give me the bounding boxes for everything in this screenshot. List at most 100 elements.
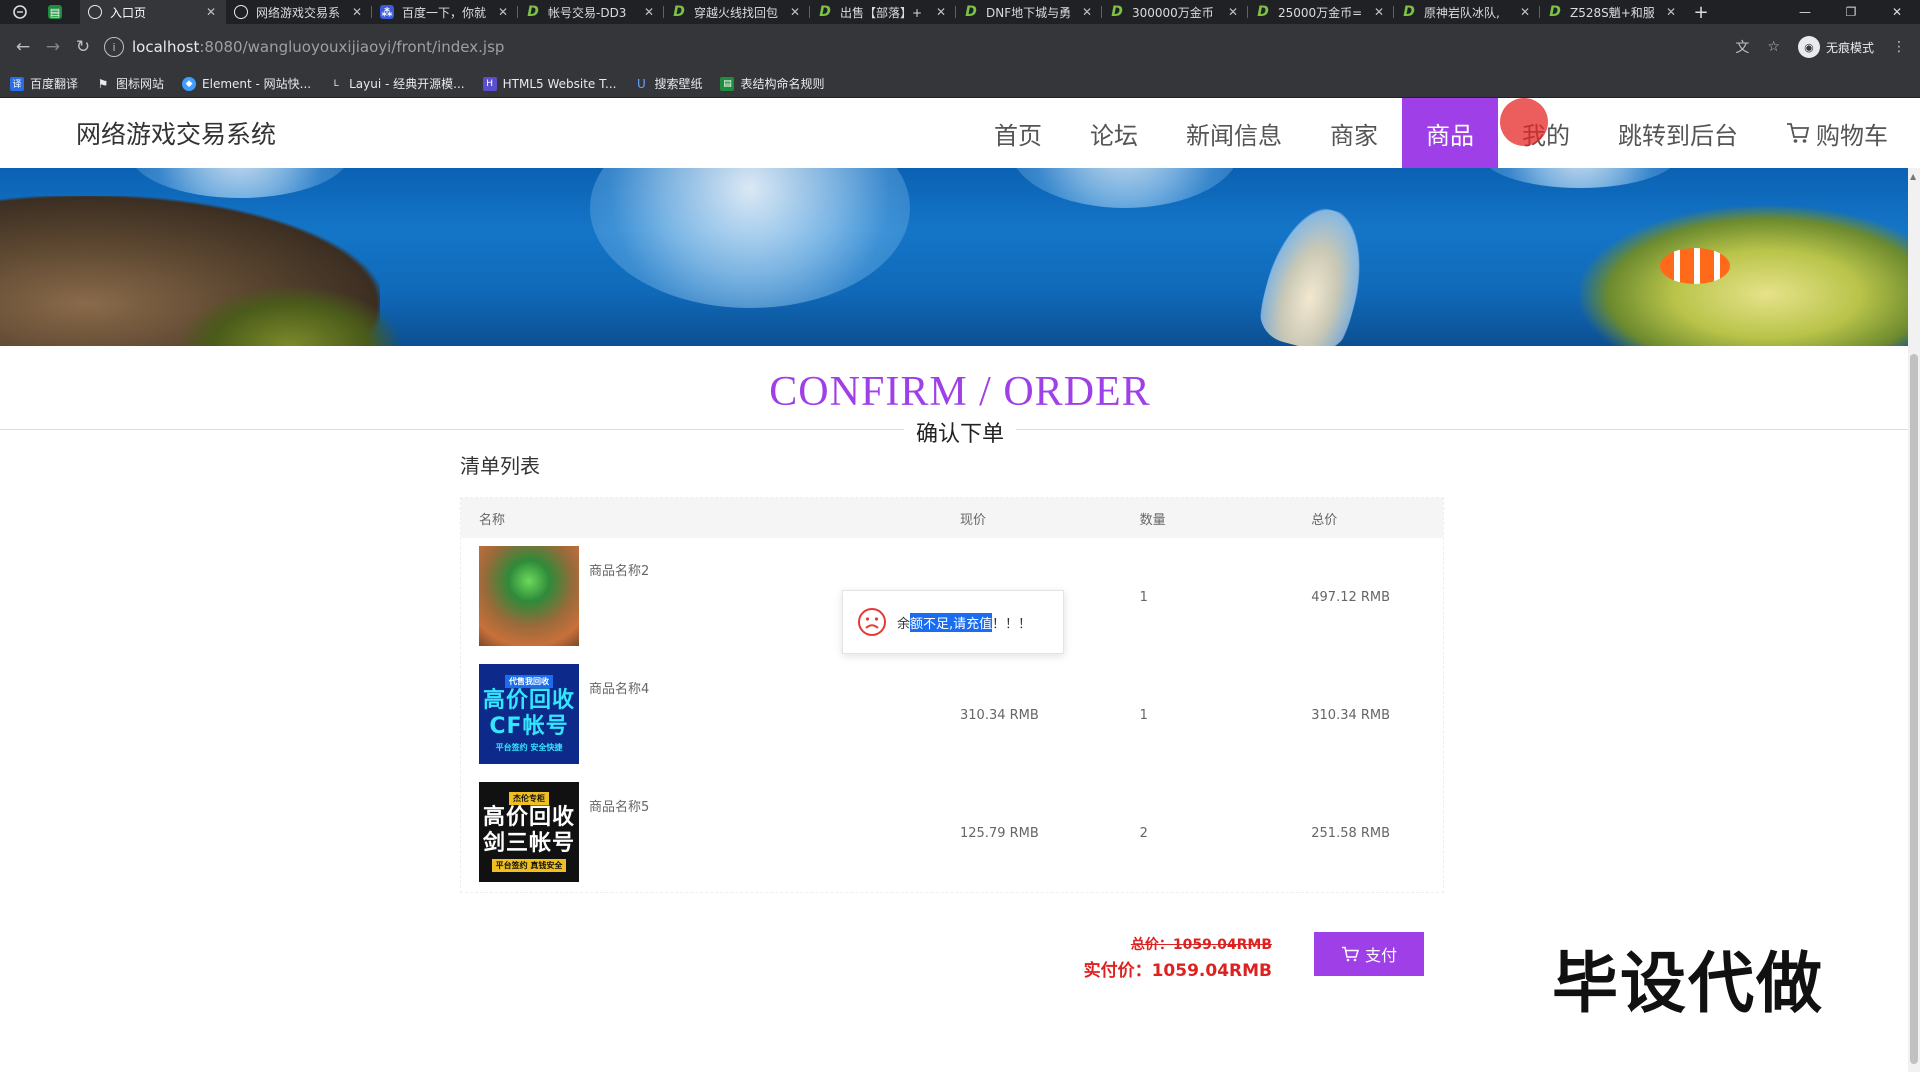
more-menu-icon[interactable]: ⋮ [1892, 39, 1906, 55]
browser-tab[interactable]: ▤ [40, 0, 80, 24]
page-scrollbar[interactable]: ▲ [1908, 168, 1920, 1072]
d-icon: D [1403, 4, 1415, 20]
sad-face-icon [858, 608, 886, 636]
bookmark-label: Element - 网站快... [202, 77, 312, 91]
image-tag: 杰伦专柜 [509, 792, 549, 805]
product-total: 497.12 RMB [1311, 589, 1391, 605]
toast-text-post: ！！！ [992, 616, 1032, 632]
browser-tab[interactable]: D 帐号交易-DD3 ✕ [518, 0, 664, 24]
browser-tab[interactable]: D 原神岩队冰队, ✕ [1394, 0, 1540, 24]
table-row: 代售我回收 高价回收 CF帐号 平台签约 安全快捷 商品名称4 310.34 R… [461, 656, 1443, 774]
browser-tab-active[interactable]: 入口页 ✕ [80, 0, 226, 24]
header-price: 现价 [960, 512, 987, 528]
bookmark-item[interactable]: U 搜索壁纸 [634, 75, 702, 92]
browser-tab[interactable]: D 出售【部落】+ ✕ [810, 0, 956, 24]
tab-title: 入口页 [110, 5, 147, 20]
close-icon[interactable]: ✕ [204, 5, 218, 19]
bookmark-item[interactable]: H HTML5 Website T... [482, 76, 617, 91]
product-image[interactable] [479, 546, 579, 646]
list-title: 清单列表 [460, 454, 540, 478]
pay-button[interactable]: 支付 [1314, 932, 1424, 976]
globe-icon [234, 5, 248, 19]
browser-tab[interactable]: D 25000万金币= ✕ [1248, 0, 1394, 24]
confirm-title-zh: 确认下单 [903, 416, 1017, 448]
nav-admin[interactable]: 跳转到后台 [1594, 98, 1762, 168]
info-icon[interactable]: i [104, 37, 124, 57]
translate-icon[interactable]: 文 [1735, 37, 1749, 57]
tab-title: 帐号交易-DD3 [548, 5, 627, 20]
d-icon: D [819, 4, 831, 20]
incognito-indicator[interactable]: ◉ 无痕模式 [1797, 36, 1874, 58]
globe-icon [88, 5, 102, 19]
image-tag: 代售我回收 [505, 675, 553, 688]
nav-forum[interactable]: 论坛 [1066, 98, 1162, 168]
back-arrow-icon[interactable]: ← [8, 37, 38, 57]
close-icon[interactable]: ✕ [1226, 5, 1240, 19]
scroll-up-icon[interactable]: ▲ [1910, 172, 1916, 181]
product-name[interactable]: 商品名称4 [589, 678, 649, 697]
header-qty: 数量 [1139, 512, 1166, 528]
product-image[interactable]: 代售我回收 高价回收 CF帐号 平台签约 安全快捷 [479, 664, 579, 764]
bookmark-item[interactable]: ◆ Element - 网站快... [182, 75, 311, 92]
close-icon[interactable]: ✕ [1664, 5, 1678, 19]
browser-tab[interactable]: D 穿越火线找回包 ✕ [664, 0, 810, 24]
click-indicator [1500, 98, 1548, 146]
cart-icon [1341, 946, 1359, 962]
close-icon[interactable]: ✕ [934, 5, 948, 19]
close-icon[interactable]: ✕ [350, 5, 364, 19]
browser-tab[interactable]: 网络游戏交易系 ✕ [226, 0, 372, 24]
product-price: 310.34 RMB [960, 707, 1039, 723]
web-page: 网络游戏交易系统 首页 论坛 新闻信息 商家 商品 我的 跳转到后台 购物车 C… [0, 98, 1920, 1072]
restore-icon[interactable]: ❐ [1828, 0, 1874, 24]
new-tab-plus-icon[interactable]: + [1686, 2, 1716, 23]
nav-products[interactable]: 商品 [1402, 98, 1498, 168]
close-window-icon[interactable]: ✕ [1874, 0, 1920, 24]
product-total: 310.34 RMB [1311, 707, 1391, 723]
bookmark-label: 图标网站 [116, 77, 165, 91]
reload-icon[interactable]: ↻ [68, 37, 98, 57]
bookmark-label: Layui - 经典开源模... [349, 77, 465, 91]
tab-title: 网络游戏交易系 [256, 5, 341, 20]
nav-cart[interactable]: 购物车 [1762, 98, 1912, 168]
forward-arrow-icon[interactable]: → [38, 37, 68, 57]
bookmark-item[interactable]: L Layui - 经典开源模... [329, 75, 465, 92]
bookmarks-bar: 译百度翻译 ⚑ 图标网站 ◆ Element - 网站快... L Layui - 经… [0, 70, 1920, 98]
main-nav: 首页 论坛 新闻信息 商家 商品 我的 跳转到后台 购物车 [970, 98, 1912, 168]
close-icon[interactable]: ✕ [1080, 5, 1094, 19]
product-qty: 2 [1139, 825, 1148, 841]
minimize-icon[interactable]: — [1782, 0, 1828, 24]
product-image[interactable]: 杰伦专柜 高价回收 剑三帐号 平台签约 真钱安全 [479, 782, 579, 882]
nav-home[interactable]: 首页 [970, 98, 1066, 168]
product-qty: 1 [1139, 589, 1148, 605]
browser-tab[interactable]: D 300000万金币 ✕ [1102, 0, 1248, 24]
product-name[interactable]: 商品名称2 [589, 560, 649, 579]
scrollbar-thumb[interactable] [1910, 354, 1918, 1064]
nav-news[interactable]: 新闻信息 [1162, 98, 1306, 168]
toast-text-selected: 额不足,请充值 [910, 612, 993, 632]
tab-search-icon[interactable] [0, 5, 40, 19]
browser-tab[interactable]: D DNF地下城与勇 ✕ [956, 0, 1102, 24]
close-icon[interactable]: ✕ [788, 5, 802, 19]
close-icon[interactable]: ✕ [1518, 5, 1532, 19]
product-name[interactable]: 商品名称5 [589, 796, 649, 815]
url-input[interactable]: i localhost:8080/wangluoyouxijiaoyi/fron… [104, 31, 1735, 63]
d-icon: D [1257, 4, 1269, 20]
close-icon[interactable]: ✕ [496, 5, 510, 19]
d-icon: D [527, 4, 539, 20]
close-icon[interactable]: ✕ [1372, 5, 1386, 19]
close-icon[interactable]: ✕ [642, 5, 656, 19]
insufficient-balance-toast: 余额不足,请充值！！！ [842, 590, 1064, 654]
star-icon[interactable]: ☆ [1767, 39, 1780, 55]
browser-tab[interactable]: D Z528S魈+和服 ✕ [1540, 0, 1686, 24]
nav-merchants[interactable]: 商家 [1306, 98, 1402, 168]
site-title[interactable]: 网络游戏交易系统 [76, 115, 276, 151]
bookmark-item[interactable]: ⚑ 图标网站 [96, 75, 164, 92]
bookmark-item[interactable]: ▤ 表结构命名规则 [720, 75, 824, 92]
image-subtext: 平台签约 安全快捷 [495, 743, 563, 752]
bookmark-label: HTML5 Website T... [502, 76, 617, 91]
browser-tab[interactable]: ⁂ 百度一下，你就 ✕ [372, 0, 518, 24]
product-price: 125.79 RMB [960, 825, 1039, 841]
actual-total: 实付价：1059.04RMB [1083, 961, 1272, 981]
image-text: CF帐号 [489, 714, 569, 739]
bookmark-item[interactable]: 译百度翻译 [10, 75, 78, 92]
